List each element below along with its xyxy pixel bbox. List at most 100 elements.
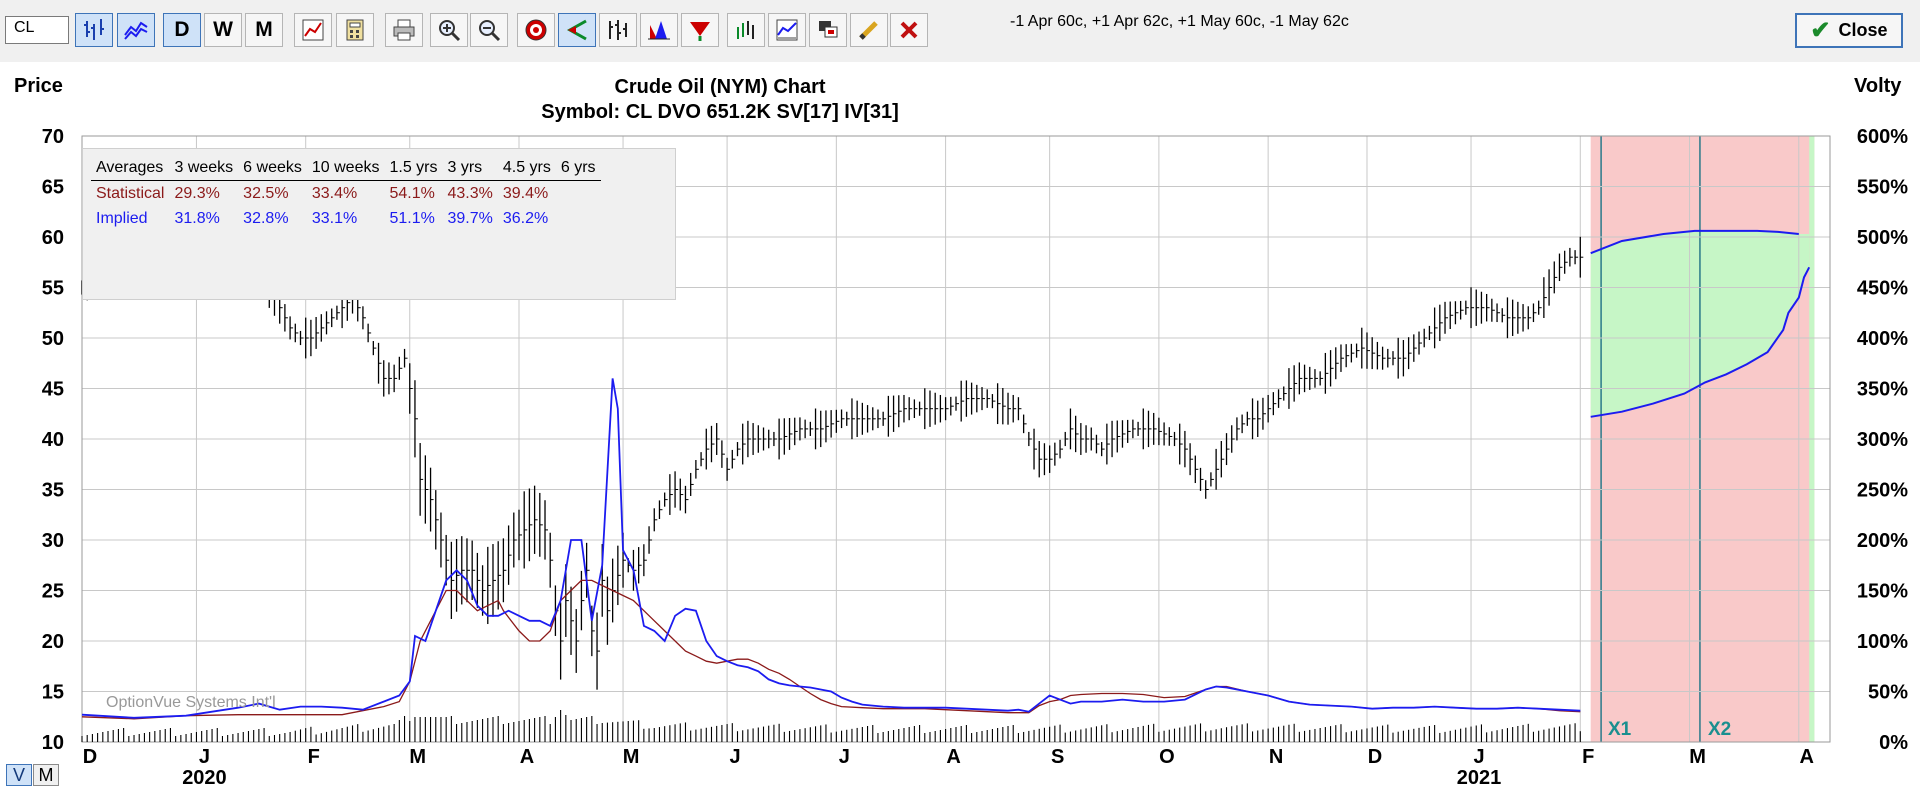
month-tick-label: A: [946, 746, 960, 768]
checkmark-icon: ✔: [1810, 16, 1831, 44]
month-button[interactable]: M: [245, 13, 283, 47]
line-chart-button[interactable]: [117, 13, 155, 47]
print-icon: [393, 19, 415, 41]
symbol-input[interactable]: CL: [5, 16, 69, 44]
paint-icon: [819, 21, 838, 38]
volty-tick-label: 500%: [1857, 227, 1908, 249]
volty-tick-label: 150%: [1857, 581, 1908, 603]
volty-tick-label: 450%: [1857, 278, 1908, 300]
market-mode-button[interactable]: M: [33, 764, 59, 786]
close-button[interactable]: ✔ Close: [1795, 13, 1903, 48]
calculator-button[interactable]: [336, 13, 374, 47]
stock-chart-button[interactable]: [727, 13, 765, 47]
month-tick-label: J: [839, 746, 850, 768]
price-tick-label: 70: [42, 126, 64, 148]
table-cell: 31.8%: [174, 209, 220, 227]
volty-axis-title: Volty: [1854, 75, 1902, 97]
day-button[interactable]: D: [163, 13, 201, 47]
table-cell: 32.8%: [243, 209, 289, 227]
volty-tick-label: 200%: [1857, 530, 1908, 552]
table-cell: 32.5%: [243, 184, 289, 202]
delete-button[interactable]: [890, 13, 928, 47]
print-button[interactable]: [385, 13, 423, 47]
ohlc-button[interactable]: [599, 13, 637, 47]
stock-chart-icon: [737, 21, 754, 39]
chart-subtitle: Symbol: CL DVO 651.2K SV[17] IV[31]: [541, 101, 899, 123]
triangle-button[interactable]: [681, 13, 719, 47]
price-tick-label: 35: [42, 480, 64, 502]
year-tick-label: 2021: [1457, 767, 1502, 789]
month-tick-label: M: [409, 746, 426, 768]
averages-header: 10 weeks: [306, 155, 385, 181]
averages-header: Averages: [91, 155, 170, 181]
month-tick-label: J: [730, 746, 741, 768]
bar-chart-button[interactable]: [75, 13, 113, 47]
month-tick-label: D: [1368, 746, 1382, 768]
price-tick-label: 20: [42, 631, 64, 653]
price-tick-label: 65: [42, 177, 64, 199]
table-cell: 39.7%: [447, 209, 493, 227]
volatility-chart-icon: [648, 21, 670, 40]
draw-line-button[interactable]: [558, 13, 596, 47]
chart-settings-button[interactable]: [294, 13, 332, 47]
volatility-averages-table: Averages 3 weeks 6 weeks 10 weeks 1.5 yr…: [82, 148, 676, 300]
ohlc-icon: [609, 20, 627, 40]
target-button[interactable]: [517, 13, 555, 47]
table-cell: 33.1%: [311, 209, 358, 227]
row-label: Statistical: [96, 184, 165, 202]
table-cell: 36.2%: [502, 209, 549, 227]
calculator-icon: [346, 19, 364, 41]
table-cell: 39.4%: [502, 184, 549, 202]
delete-icon: [900, 21, 918, 39]
chart-area: 70 65 60 55 50 45 40 35 30 25 20 15 10 600% 550% 500% 45…: [0, 62, 1920, 792]
toolbar: CL D W M -1 Apr 60c, +1 Apr 62c, +1 May …: [0, 0, 1920, 60]
table-cell: 43.3%: [447, 184, 493, 202]
zoom-in-button[interactable]: [430, 13, 468, 47]
month-tick-label: O: [1159, 746, 1175, 768]
volty-tick-label: 300%: [1857, 429, 1908, 451]
paint-button[interactable]: [809, 13, 847, 47]
week-button[interactable]: W: [204, 13, 242, 47]
volatility-mode-button[interactable]: V: [6, 764, 32, 786]
month-tick-label: A: [520, 746, 534, 768]
volty-tick-label: 400%: [1857, 328, 1908, 350]
price-tick-label: 25: [42, 581, 64, 603]
volty-tick-label: 550%: [1857, 177, 1908, 199]
price-tick-label: 10: [42, 732, 64, 754]
price-tick-label: 60: [42, 227, 64, 249]
expiry-marker-x1[interactable]: X1: [1608, 719, 1631, 741]
averages-header: 4.5 yrs: [497, 155, 556, 181]
price-tick-label: 40: [42, 429, 64, 451]
table-cell: 29.3%: [174, 184, 220, 202]
volatility-chart-button[interactable]: [640, 13, 678, 47]
price-tick-label: 50: [42, 328, 64, 350]
bar-chart-icon: [84, 19, 104, 40]
triangle-icon: [690, 22, 710, 41]
chart-settings-icon: [302, 19, 324, 41]
table-cell: 33.4%: [311, 184, 358, 202]
implied-row: Implied 31.8% 32.8% 33.1% 51.1% 39.7% 36…: [91, 206, 601, 231]
month-tick-label: J: [199, 746, 210, 768]
expiry-marker-x2[interactable]: X2: [1708, 719, 1731, 741]
table-cell: [556, 206, 601, 231]
volty-tick-label: 600%: [1857, 126, 1908, 148]
zoom-out-button[interactable]: [470, 13, 508, 47]
table-cell: [556, 181, 601, 207]
watermark-text: OptionVue Systems Int'l: [106, 694, 276, 711]
pencil-button[interactable]: [850, 13, 888, 47]
volty-tick-label: 100%: [1857, 631, 1908, 653]
statistics-button[interactable]: [768, 13, 806, 47]
price-tick-label: 55: [42, 278, 64, 300]
volty-tick-label: 0%: [1879, 732, 1908, 754]
statistical-row: Statistical 29.3% 32.5% 33.4% 54.1% 43.3…: [91, 181, 601, 207]
pencil-icon: [859, 21, 878, 40]
draw-line-icon: [566, 19, 587, 41]
averages-header: 3 weeks: [169, 155, 239, 181]
strategy-spread-text: -1 Apr 60c, +1 Apr 62c, +1 May 60c, -1 M…: [1010, 13, 1349, 30]
month-tick-label: M: [1689, 746, 1706, 768]
averages-header: 6 yrs: [555, 155, 601, 181]
volty-tick-label: 350%: [1857, 379, 1908, 401]
statistics-icon: [776, 19, 798, 41]
close-button-label: Close: [1838, 20, 1888, 40]
month-tick-label: J: [1473, 746, 1484, 768]
